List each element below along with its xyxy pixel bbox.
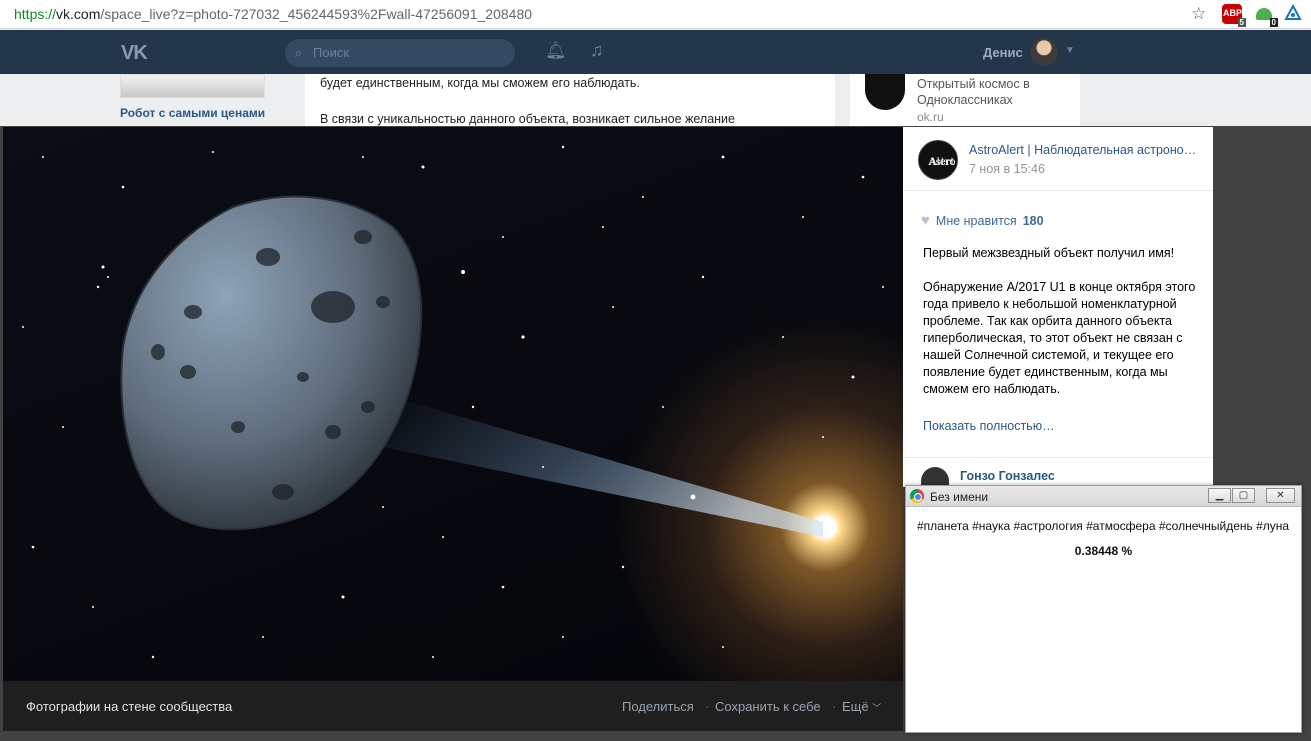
like-button[interactable]: ♥ Мне нравится 180: [921, 212, 1044, 229]
share-button[interactable]: Поделиться: [622, 699, 694, 714]
post-paragraph: Первый межзвездный объект получил имя!: [923, 246, 1175, 260]
post-text: Первый межзвездный объект получил имя! О…: [923, 245, 1201, 415]
extension-popup-window: Без имени ▁ ▢ ✕ #планета #наука #астроло…: [905, 485, 1302, 733]
feed-text-line: В связи с уникальностью данного объекта,…: [320, 112, 735, 126]
commenter-avatar[interactable]: [921, 467, 949, 487]
ok-ad-block[interactable]: Открытый космос в Одноклассниках ok.ru: [850, 74, 1080, 134]
photo-album-caption[interactable]: Фотографии на стене сообщества: [26, 699, 232, 714]
adblock-extension-icon[interactable]: ABP 5: [1222, 4, 1246, 27]
divider: [903, 190, 1213, 191]
group-avatar[interactable]: Astro Alert: [918, 140, 958, 180]
ok-ad-title[interactable]: Открытый космос в Одноклассниках: [917, 76, 1067, 108]
post-date[interactable]: 7 ноя в 15:46: [969, 162, 1045, 176]
separator-dot: ·: [705, 699, 710, 714]
address-bar[interactable]: https://vk.com/space_live?z=photo-727032…: [0, 0, 1311, 29]
ok-logo: [865, 74, 905, 110]
post-side-panel: Astro Alert AstroAlert | Наблюдательная а…: [903, 127, 1213, 487]
commenter-name[interactable]: Гонзо Гонзалес: [960, 469, 1055, 483]
vk-header: VK ⌕ Поиск 🔔︎ ♫ Денис ▼: [0, 30, 1311, 74]
chevron-down-icon: ﹀: [872, 703, 882, 713]
chrome-icon: [910, 489, 924, 503]
avatar[interactable]: [1030, 38, 1058, 66]
chevron-down-icon[interactable]: ▼: [1065, 45, 1075, 56]
hashtags-text: #планета #наука #астрология #атмосфера #…: [917, 519, 1290, 533]
green-extension-icon[interactable]: 0: [1254, 4, 1278, 27]
search-icon: ⌕: [295, 45, 303, 60]
photo-action-bar: Фотографии на стене сообщества Поделитьс…: [3, 681, 903, 731]
more-label: Ещё: [842, 699, 869, 714]
close-button[interactable]: ✕: [1266, 488, 1295, 503]
url-path: /space_live?z=photo-727032_456244593%2Fw…: [100, 6, 533, 22]
ad-image[interactable]: [120, 74, 265, 98]
ok-ad-url: ok.ru: [917, 110, 944, 124]
like-count: 180: [1022, 214, 1044, 228]
user-name[interactable]: Денис: [983, 45, 1023, 60]
save-button[interactable]: Сохранить к себе: [715, 699, 821, 714]
window-title: Без имени: [930, 490, 989, 504]
more-button[interactable]: Ещё ﹀: [842, 699, 881, 714]
url-scheme: https://: [14, 6, 57, 22]
space-illustration: [22, 145, 884, 659]
heart-icon: ♥: [921, 212, 930, 229]
bookmark-star-icon[interactable]: ☆: [1191, 4, 1206, 24]
separator-dot: ·: [832, 699, 837, 714]
like-label: Мне нравится: [935, 214, 1017, 228]
search-input[interactable]: ⌕ Поиск: [285, 39, 515, 67]
window-titlebar[interactable]: Без имени ▁ ▢ ✕: [906, 486, 1301, 507]
ad-link[interactable]: Робот с самыми ценами: [120, 106, 265, 120]
feed-post: будет единственным, когда мы сможем его …: [305, 74, 835, 134]
post-paragraph: Обнаружение A/2017 U1 в конце октября эт…: [923, 280, 1196, 396]
photo-image[interactable]: [3, 127, 903, 681]
percent-value: 0.38448 %: [1074, 544, 1133, 558]
feed-text-line: будет единственным, когда мы сможем его …: [320, 76, 640, 90]
music-icon[interactable]: ♫: [590, 40, 604, 61]
minimize-button[interactable]: ▁: [1208, 488, 1231, 503]
show-more-link[interactable]: Показать полностью…: [923, 419, 1055, 433]
bell-icon[interactable]: 🔔︎: [545, 41, 567, 61]
search-placeholder: Поиск: [313, 45, 350, 60]
url-host: vk.com: [56, 6, 101, 22]
divider: [903, 457, 1213, 458]
group-name-link[interactable]: AstroAlert | Наблюдательная астрономия: [969, 143, 1199, 157]
maximize-button[interactable]: ▢: [1232, 488, 1255, 503]
url-field[interactable]: https://vk.com/space_live?z=photo-727032…: [14, 6, 532, 22]
vk-logo[interactable]: VK: [121, 42, 148, 65]
triangle-extension-icon[interactable]: [1284, 3, 1304, 24]
